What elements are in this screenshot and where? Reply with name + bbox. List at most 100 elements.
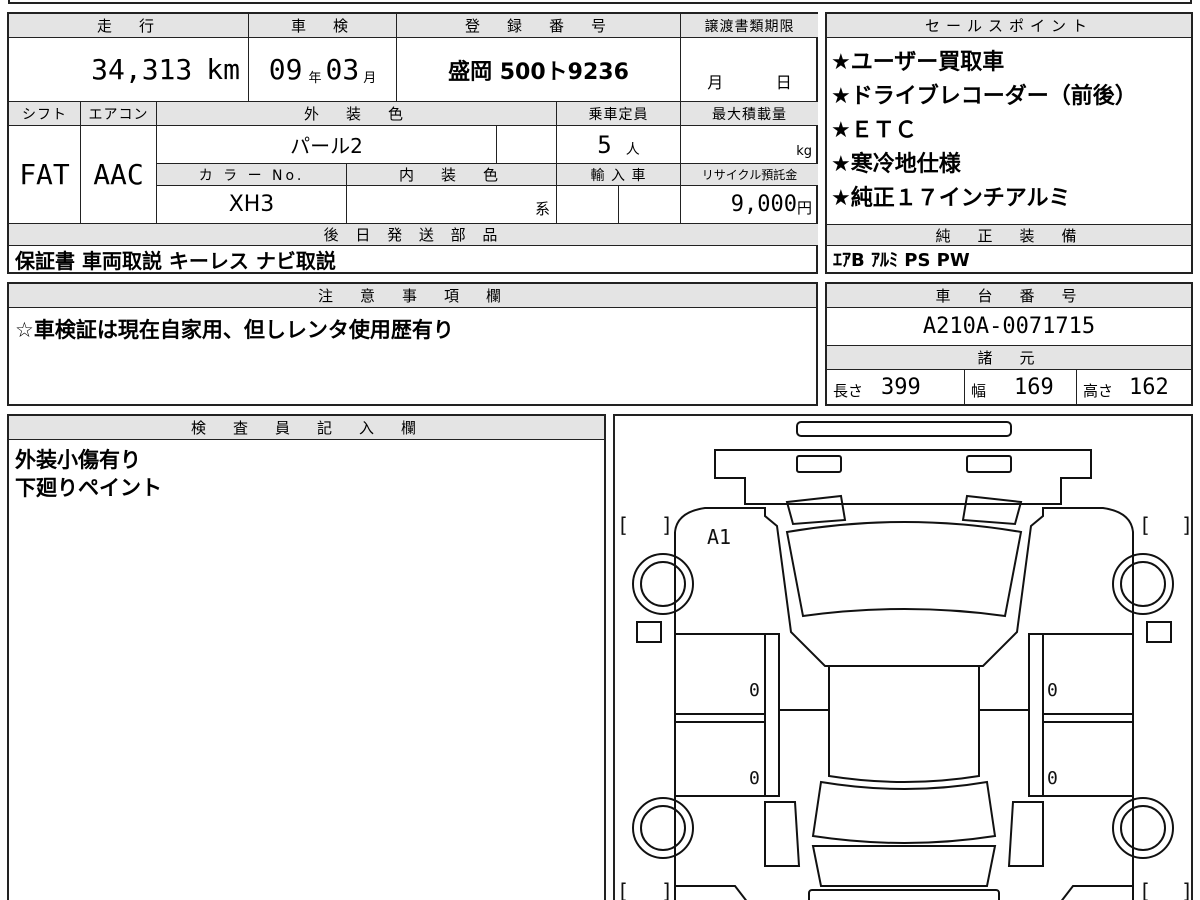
inspection-year-unit: 年 [308, 71, 322, 86]
roof [828, 665, 980, 783]
sales-points-header: セールスポイント [827, 14, 1191, 38]
height-value: 162 [1129, 374, 1169, 400]
transfer-deadline-value: 月 日 [681, 38, 818, 102]
bracket-bottom-right-close: ] [1181, 879, 1191, 900]
front-door-right [1042, 633, 1133, 715]
height-cell: 高さ 162 [1077, 370, 1191, 404]
bracket-top-left-open: [ [617, 513, 629, 537]
exterior-color-extra [497, 126, 557, 164]
mileage-header: 走 行 [9, 14, 249, 38]
front-door-left [675, 633, 766, 715]
bracket-top-right-open: [ [1139, 513, 1151, 537]
later-parts-header: 後 日 発 送 部 品 [9, 224, 818, 246]
chassis-number: A210A-0071715 [827, 308, 1191, 346]
ac-value: AAC [81, 126, 157, 224]
hood-outline [714, 449, 1092, 505]
main-info-table: 走 行 車 検 登 録 番 号 譲渡書類期限 34,313 km 09 年 03… [7, 12, 818, 274]
chassis-box: 車 台 番 号 A210A-0071715 諸 元 長さ 399 幅 169 高… [825, 282, 1193, 406]
inspector-line: 下廻りペイント [15, 476, 162, 500]
recycle-value: 9,000 円 [681, 186, 818, 224]
ac-header: エアコン [81, 102, 157, 126]
sales-points-list: ★ユーザー買取車 ★ドライブレコーダー（前後） ★ＥＴＣ ★寒冷地仕様 ★純正１… [827, 38, 1191, 224]
windshield [785, 521, 1023, 618]
mileage-number: 34,313 [91, 53, 193, 86]
bracket-top-right-close: ] [1181, 513, 1191, 537]
notes-header: 注 意 事 項 欄 [9, 284, 816, 308]
capacity-value: 5 人 [557, 126, 681, 164]
import-header: 輸 入 車 [557, 164, 681, 186]
wheel-front-right-inner [1120, 561, 1166, 607]
zero-mark: 0 [1047, 680, 1058, 701]
lower-rear-right [1060, 885, 1133, 900]
wheel-rear-left-inner [640, 805, 686, 851]
width-cell: 幅 169 [965, 370, 1077, 404]
inspector-line: 外装小傷有り [15, 448, 141, 472]
car-diagram: [ ] [ ] [ ] [ ] A1 0 0 0 0 [617, 421, 1191, 900]
zero-mark: 0 [749, 768, 760, 789]
bracket-bottom-left-open: [ [617, 879, 629, 900]
specs-header: 諸 元 [827, 346, 1191, 370]
import-value-b [619, 186, 681, 224]
transfer-day-unit: 日 [775, 73, 792, 92]
equipment-value: ｴｱB ｱﾙﾐ PS PW [833, 250, 970, 271]
mirror-right [1146, 621, 1172, 643]
inspection-year: 09 [268, 53, 303, 86]
inspection-month: 03 [325, 53, 360, 86]
inspection-month-unit: 月 [363, 71, 377, 86]
pillar-left [764, 633, 780, 797]
chassis-header: 車 台 番 号 [827, 284, 1191, 308]
zero-mark: 0 [1047, 768, 1058, 789]
width-label: 幅 [971, 381, 987, 400]
length-value: 399 [881, 374, 921, 400]
notes-box: 注 意 事 項 欄 ☆車検証は現在自家用、但しレンタ使用歴有り [7, 282, 818, 406]
transfer-deadline-header: 譲渡書類期限 [681, 14, 818, 38]
capacity-header: 乗車定員 [557, 102, 681, 126]
capacity-unit: 人 [625, 141, 640, 158]
max-load-value: kg [681, 126, 818, 164]
recycle-number: 9,000 [730, 192, 797, 217]
mileage-unit: km [206, 53, 240, 86]
bracket-top-left-close: ] [661, 513, 673, 537]
shift-header: シフト [9, 102, 81, 126]
registration-header: 登 録 番 号 [397, 14, 681, 38]
rear-body [811, 845, 997, 887]
hood-panel-left [796, 455, 842, 473]
top-edge-strip [8, 0, 1192, 4]
lower-rear-left [675, 885, 748, 900]
sales-points-box: セールスポイント ★ユーザー買取車 ★ドライブレコーダー（前後） ★ＥＴＣ ★寒… [825, 12, 1193, 274]
rear-windshield [811, 780, 997, 844]
interior-color-value: 系 [347, 186, 557, 224]
length-label: 長さ [833, 381, 864, 400]
registration-value: 盛岡 500ト9236 [397, 38, 681, 102]
headlight-right [961, 494, 1023, 526]
sales-point-item: ★ユーザー買取車 [831, 50, 1005, 75]
color-no-header: カ ラ ー No. [157, 164, 347, 186]
inspector-box: 検 査 員 記 入 欄 外装小傷有り 下廻りペイント [7, 414, 606, 900]
inspection-header: 車 検 [249, 14, 397, 38]
sales-point-item: ★ドライブレコーダー（前後） [831, 84, 1137, 109]
height-label: 高さ [1083, 381, 1114, 400]
sales-point-item: ★寒冷地仕様 [831, 152, 961, 177]
sales-point-item: ★純正１７インチアルミ [831, 186, 1071, 211]
interior-color-header: 内 装 色 [347, 164, 557, 186]
headlight-left [785, 494, 847, 526]
exterior-color-value: パール2 [157, 126, 497, 164]
length-cell: 長さ 399 [827, 370, 965, 404]
max-load-header: 最大積載量 [681, 102, 818, 126]
color-no-value: XH3 [157, 186, 347, 224]
exterior-color-header: 外 装 色 [157, 102, 557, 126]
recycle-header: リサイクル預託金 [681, 164, 818, 186]
damage-mark-a1: A1 [707, 525, 731, 549]
bracket-bottom-right-open: [ [1139, 879, 1151, 900]
rear-quarter-right [1007, 801, 1044, 867]
inspection-value: 09 年 03 月 [249, 38, 397, 102]
wheel-rear-right-inner [1120, 805, 1166, 851]
body-outline [674, 507, 1134, 900]
car-diagram-box: [ ] [ ] [ ] [ ] A1 0 0 0 0 [613, 414, 1193, 900]
inspector-header: 検 査 員 記 入 欄 [9, 416, 604, 440]
front-bumper-bar [796, 421, 1012, 437]
notes-value: ☆車検証は現在自家用、但しレンタ使用歴有り [15, 318, 454, 342]
recycle-unit: 円 [796, 199, 812, 217]
rear-quarter-left [764, 801, 801, 867]
transfer-month-unit: 月 [707, 73, 724, 92]
